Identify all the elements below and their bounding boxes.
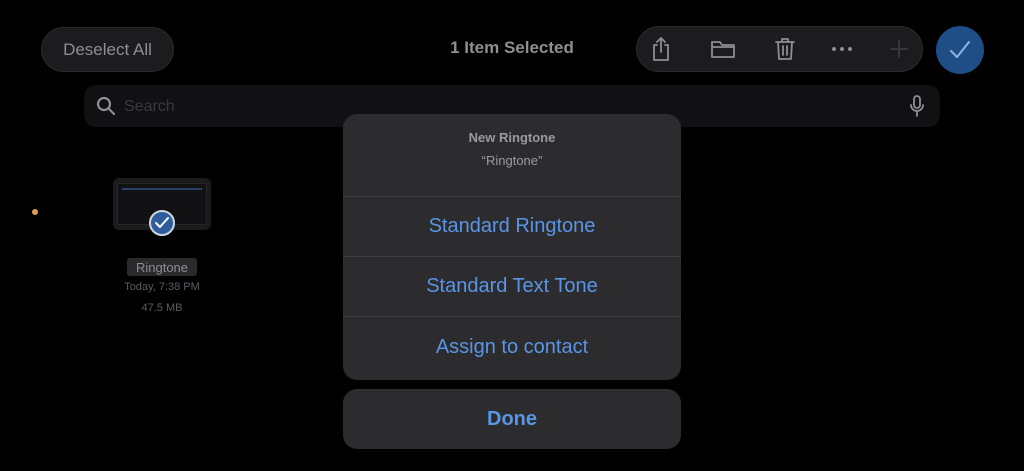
action-sheet-header: New Ringtone “Ringtone” <box>343 114 681 197</box>
folder-icon[interactable] <box>703 27 743 71</box>
action-sheet: New Ringtone “Ringtone” Standard Rington… <box>343 114 681 380</box>
toolbar <box>636 26 923 72</box>
search-icon <box>96 96 116 116</box>
thumbnail-stripe <box>122 188 202 190</box>
share-icon[interactable] <box>641 27 681 71</box>
plus-icon[interactable] <box>879 27 919 71</box>
standard-ringtone-button[interactable]: Standard Ringtone <box>343 197 681 257</box>
microphone-icon[interactable] <box>910 95 924 117</box>
selected-check-icon <box>149 210 175 236</box>
done-button[interactable]: Done <box>343 389 681 449</box>
file-date: Today, 7:38 PM <box>124 281 200 293</box>
deselect-all-button[interactable]: Deselect All <box>41 27 174 72</box>
file-name[interactable]: Ringtone <box>127 258 197 276</box>
confirm-selection-button[interactable] <box>936 26 984 74</box>
more-icon[interactable] <box>822 27 862 71</box>
assign-to-contact-button[interactable]: Assign to contact <box>343 317 681 377</box>
status-dot <box>32 209 38 215</box>
standard-text-tone-button[interactable]: Standard Text Tone <box>343 257 681 317</box>
trash-icon[interactable] <box>765 27 805 71</box>
action-sheet-subtitle: “Ringtone” <box>481 153 543 168</box>
file-size: 47.5 MB <box>141 302 183 314</box>
action-sheet-title: New Ringtone <box>468 130 556 145</box>
page-title: 1 Item Selected <box>450 38 574 57</box>
checkmark-icon <box>950 41 970 58</box>
